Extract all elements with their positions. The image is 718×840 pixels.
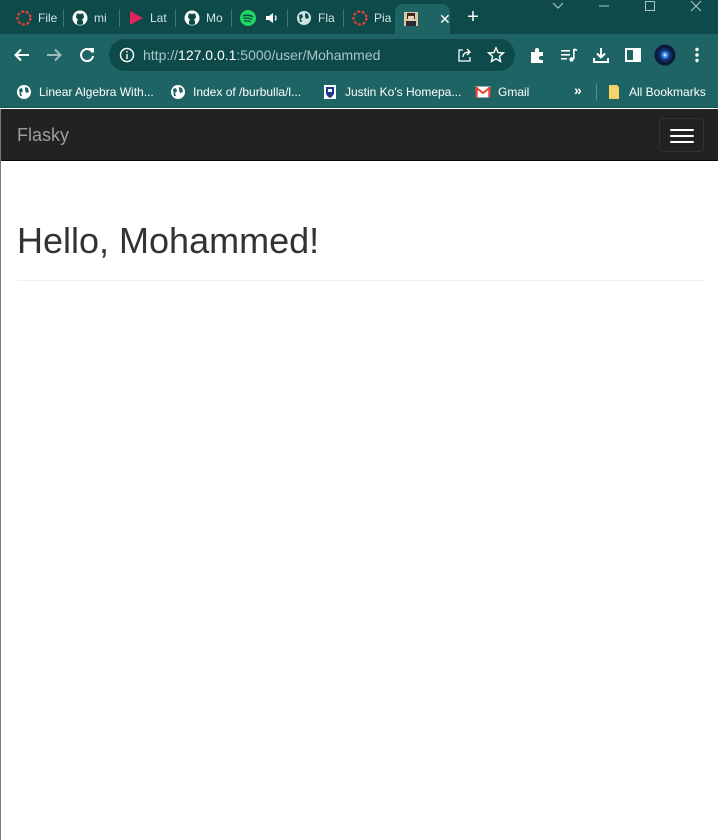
- github-icon: [72, 10, 88, 26]
- url-scheme: http://: [143, 47, 179, 63]
- tab-github-2[interactable]: Mo: [176, 4, 228, 32]
- bookmarks-divider: [596, 84, 597, 100]
- forward-icon[interactable]: [42, 43, 66, 67]
- extensions-icon[interactable]: [525, 43, 549, 67]
- globe-icon: [296, 10, 312, 26]
- bookmark-index-burbulla[interactable]: Index of /burbulla/l...: [170, 82, 301, 102]
- tab-search-icon[interactable]: [546, 0, 570, 14]
- github-icon: [184, 10, 200, 26]
- red-circle-icon: [352, 10, 368, 26]
- navbar-toggle-button[interactable]: [659, 118, 704, 152]
- tab-file[interactable]: File: [8, 4, 60, 32]
- globe-icon: [16, 84, 32, 100]
- minimize-icon[interactable]: [592, 0, 616, 14]
- profile-avatar-icon[interactable]: [653, 43, 677, 67]
- portrait-icon: [403, 11, 419, 27]
- maximize-icon[interactable]: [638, 0, 662, 14]
- menu-kebab-icon[interactable]: [685, 43, 709, 67]
- hamburger-bar: [670, 141, 694, 143]
- tab-active[interactable]: ✕: [395, 4, 450, 34]
- bookmark-linear-algebra[interactable]: Linear Algebra With...: [16, 82, 154, 102]
- tab-github-1[interactable]: mi: [64, 4, 116, 32]
- tab-pia[interactable]: Pia: [344, 4, 396, 32]
- page-viewport: Flasky Hello, Mohammed!: [0, 109, 718, 840]
- all-bookmarks-label: All Bookmarks: [629, 85, 706, 99]
- navbar: Flasky: [1, 109, 718, 161]
- pink-play-icon: [128, 10, 144, 26]
- more-bookmarks-icon[interactable]: »: [574, 82, 582, 98]
- page-title: Hello, Mohammed!: [17, 220, 320, 261]
- tab-title: Fla: [318, 11, 335, 25]
- reload-icon[interactable]: [75, 43, 99, 67]
- bookmark-label: Gmail: [498, 85, 530, 99]
- speaker-icon[interactable]: [264, 10, 280, 26]
- bookmark-label: Linear Algebra With...: [39, 85, 154, 99]
- bookmark-justin-ko[interactable]: Justin Ko's Homepa...: [322, 82, 461, 102]
- share-icon[interactable]: [457, 47, 473, 63]
- tab-title: File: [38, 11, 58, 25]
- globe-icon: [170, 84, 186, 100]
- tab-title: Lat: [150, 11, 167, 25]
- navbar-brand[interactable]: Flasky: [17, 124, 69, 146]
- crest-icon: [322, 84, 338, 100]
- bookmark-label: Index of /burbulla/l...: [193, 85, 302, 99]
- tab-strip: File mi Lat Mo Fla Pia ✕ +: [0, 0, 718, 34]
- bookmark-star-icon[interactable]: [486, 46, 506, 64]
- tab-title: Mo: [206, 11, 223, 25]
- download-icon[interactable]: [589, 43, 613, 67]
- bookmarks-bar: Linear Algebra With... Index of /burbull…: [0, 76, 718, 108]
- side-panel-icon[interactable]: [621, 43, 645, 67]
- hamburger-bar: [670, 135, 694, 137]
- url-host: 127.0.0.1: [178, 47, 237, 63]
- site-info-icon[interactable]: [119, 47, 135, 63]
- url-path: :5000/user/Mohammed: [236, 47, 381, 63]
- folder-icon: [606, 84, 622, 100]
- address-bar[interactable]: http://127.0.0.1:5000/user/Mohammed: [109, 39, 515, 71]
- bookmark-gmail[interactable]: Gmail: [475, 82, 529, 102]
- new-tab-button[interactable]: +: [462, 6, 484, 28]
- red-circle-icon: [16, 10, 32, 26]
- tab-spotify[interactable]: [232, 4, 284, 32]
- tab-lat[interactable]: Lat: [120, 4, 172, 32]
- tab-title: Pia: [374, 11, 392, 25]
- hamburger-bar: [670, 129, 694, 131]
- all-bookmarks-button[interactable]: All Bookmarks: [606, 82, 706, 102]
- gmail-icon: [475, 84, 491, 100]
- page-header: Hello, Mohammed!: [17, 219, 704, 281]
- back-icon[interactable]: [10, 43, 34, 67]
- media-queue-icon[interactable]: [557, 43, 581, 67]
- close-tab-icon[interactable]: ✕: [439, 11, 450, 28]
- close-window-icon[interactable]: [684, 0, 708, 14]
- url-text[interactable]: http://127.0.0.1:5000/user/Mohammed: [143, 47, 380, 63]
- spotify-icon: [240, 10, 256, 26]
- tab-flasky[interactable]: Fla: [288, 4, 340, 32]
- browser-toolbar: http://127.0.0.1:5000/user/Mohammed: [0, 34, 718, 76]
- bookmark-label: Justin Ko's Homepa...: [345, 85, 462, 99]
- tab-title: mi: [94, 11, 107, 25]
